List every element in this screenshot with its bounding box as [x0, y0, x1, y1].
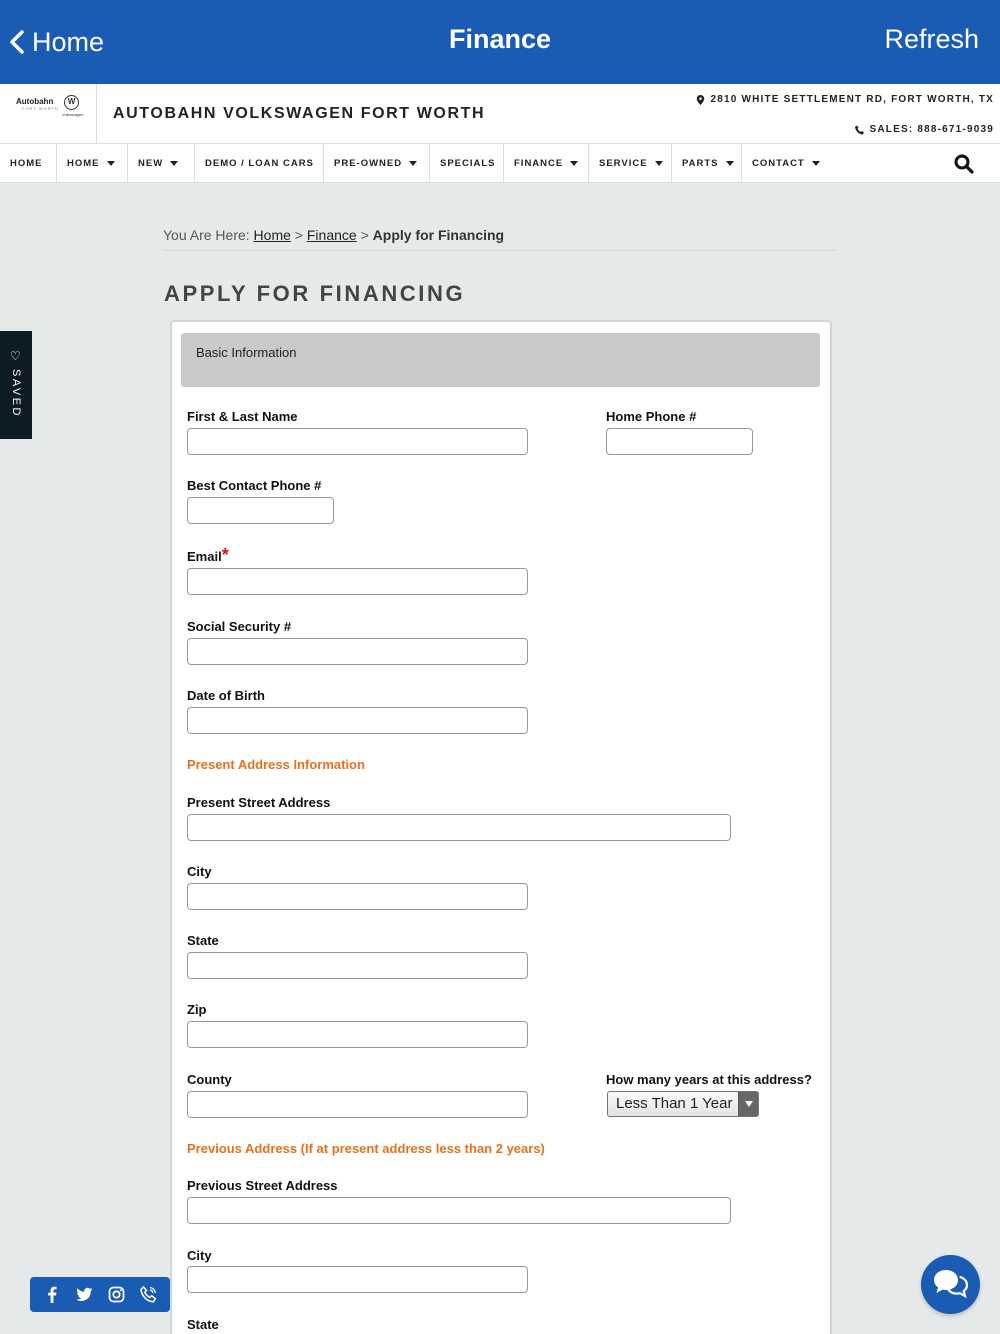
email-label: Email*	[187, 546, 229, 564]
breadcrumb-finance-link[interactable]: Finance	[307, 227, 357, 243]
nav-label: CONTACT	[752, 157, 805, 169]
nav-finance[interactable]: FINANCE	[504, 144, 589, 182]
home-phone-label: Home Phone #	[606, 409, 697, 424]
dealer-header: Autobahn FORT WORTH W Volkswagen AUTOBAH…	[0, 84, 1000, 144]
section-header-basic-info: Basic Information	[181, 333, 820, 387]
breadcrumb: You Are Here: Home > Finance > Apply for…	[163, 227, 836, 251]
state-label: State	[187, 933, 219, 948]
previous-address-heading: Previous Address (If at present address …	[187, 1141, 545, 1156]
caret-down-icon	[409, 160, 418, 166]
saved-label: SAVED	[10, 369, 22, 418]
present-street-input[interactable]	[187, 814, 731, 841]
email-input[interactable]	[187, 568, 528, 595]
saved-tab[interactable]: ♡ SAVED	[0, 331, 32, 439]
dealer-name[interactable]: AUTOBAHN VOLKSWAGEN FORT WORTH	[113, 105, 485, 123]
previous-city-label: City	[187, 1248, 212, 1263]
email-label-text: Email	[187, 549, 222, 564]
instagram-icon[interactable]	[106, 1285, 126, 1305]
address-text: 2810 WHITE SETTLEMENT RD, FORT WORTH, TX	[710, 94, 994, 105]
nav-label: PRE-OWNED	[334, 157, 403, 169]
breadcrumb-current: Apply for Financing	[372, 227, 505, 243]
required-asterisk: *	[221, 545, 229, 565]
city-input[interactable]	[187, 883, 528, 910]
app-title: Finance	[448, 24, 552, 54]
years-selected: Less Than 1 Year	[616, 1095, 733, 1112]
chat-button[interactable]	[921, 1255, 980, 1314]
vw-logo-icon: W	[64, 95, 79, 110]
previous-street-label: Previous Street Address	[187, 1178, 338, 1193]
previous-state-label: State	[187, 1317, 219, 1332]
social-bar	[30, 1277, 170, 1312]
facebook-icon[interactable]	[42, 1285, 62, 1305]
dob-input[interactable]	[187, 707, 528, 734]
ssn-label: Social Security #	[187, 619, 292, 634]
caret-down-icon	[725, 160, 734, 166]
previous-street-input[interactable]	[187, 1197, 731, 1224]
sales-text: SALES: 888-671-9039	[869, 124, 994, 135]
caret-down-icon	[106, 160, 115, 166]
nav-label: DEMO / LOAN CARS	[205, 157, 314, 169]
nav-label: SPECIALS	[440, 157, 496, 169]
sales-phone[interactable]: SALES: 888-671-9039	[855, 124, 994, 135]
name-input[interactable]	[187, 428, 528, 455]
phone-icon[interactable]	[138, 1285, 158, 1305]
nav-contact[interactable]: CONTACT	[742, 144, 828, 182]
breadcrumb-separator: >	[360, 227, 369, 243]
present-address-heading: Present Address Information	[187, 757, 365, 772]
years-at-address-select[interactable]: Less Than 1 Year	[607, 1091, 759, 1117]
caret-down-icon	[811, 160, 820, 166]
dealer-logo[interactable]: Autobahn FORT WORTH W Volkswagen	[0, 84, 97, 144]
nav-label: FINANCE	[514, 157, 564, 169]
county-input[interactable]	[187, 1091, 528, 1118]
nav-label: SERVICE	[599, 157, 648, 169]
page-title: APPLY FOR FINANCING	[164, 281, 466, 306]
state-input[interactable]	[187, 952, 528, 979]
previous-city-input[interactable]	[187, 1266, 528, 1293]
nav-label: PARTS	[682, 157, 719, 169]
logo-vw-text: Volkswagen	[62, 112, 84, 117]
nav-label: HOME	[10, 157, 43, 169]
nav-new[interactable]: NEW	[128, 144, 195, 182]
breadcrumb-separator: >	[294, 227, 303, 243]
ssn-input[interactable]	[187, 638, 528, 665]
home-phone-input[interactable]	[606, 428, 753, 455]
nav-home-dropdown[interactable]: HOME	[57, 144, 128, 182]
heart-icon: ♡	[10, 349, 21, 363]
nav-specials[interactable]: SPECIALS	[430, 144, 504, 182]
nav-label: NEW	[138, 157, 164, 169]
zip-label: Zip	[187, 1002, 207, 1017]
app-bar: Home Finance Refresh	[0, 0, 1000, 84]
caret-down-icon	[654, 160, 663, 166]
nav-home[interactable]: HOME	[0, 144, 57, 182]
best-phone-label: Best Contact Phone #	[187, 478, 322, 493]
city-label: City	[187, 864, 212, 879]
caret-down-icon	[170, 160, 179, 166]
breadcrumb-home-link[interactable]: Home	[254, 227, 291, 243]
map-pin-icon	[697, 94, 705, 105]
refresh-button[interactable]: Refresh	[884, 24, 979, 55]
logo-sub: FORT WORTH	[22, 106, 59, 111]
nav-pre-owned[interactable]: PRE-OWNED	[324, 144, 430, 182]
nav-service[interactable]: SERVICE	[589, 144, 672, 182]
dob-label: Date of Birth	[187, 688, 265, 703]
years-label: How many years at this address?	[606, 1072, 812, 1087]
chat-icon	[934, 1270, 968, 1299]
nav-demo-loan-cars[interactable]: DEMO / LOAN CARS	[195, 144, 324, 182]
dealer-address[interactable]: 2810 WHITE SETTLEMENT RD, FORT WORTH, TX	[696, 94, 994, 105]
nav-label: HOME	[67, 157, 100, 169]
county-label: County	[187, 1072, 232, 1087]
dropdown-arrow-icon	[738, 1092, 758, 1116]
caret-down-icon	[570, 160, 579, 166]
name-label: First & Last Name	[187, 409, 298, 424]
present-street-label: Present Street Address	[187, 795, 331, 810]
zip-input[interactable]	[187, 1021, 528, 1048]
twitter-icon[interactable]	[74, 1285, 94, 1305]
nav-parts[interactable]: PARTS	[672, 144, 742, 182]
main-nav: HOME HOME NEW DEMO / LOAN CARS PRE-OWNED…	[0, 144, 1000, 183]
breadcrumb-prefix: You Are Here:	[163, 227, 250, 243]
logo-brand: Autobahn	[16, 97, 54, 106]
search-icon[interactable]	[954, 154, 974, 174]
best-phone-input[interactable]	[187, 497, 334, 524]
phone-icon	[855, 125, 865, 134]
